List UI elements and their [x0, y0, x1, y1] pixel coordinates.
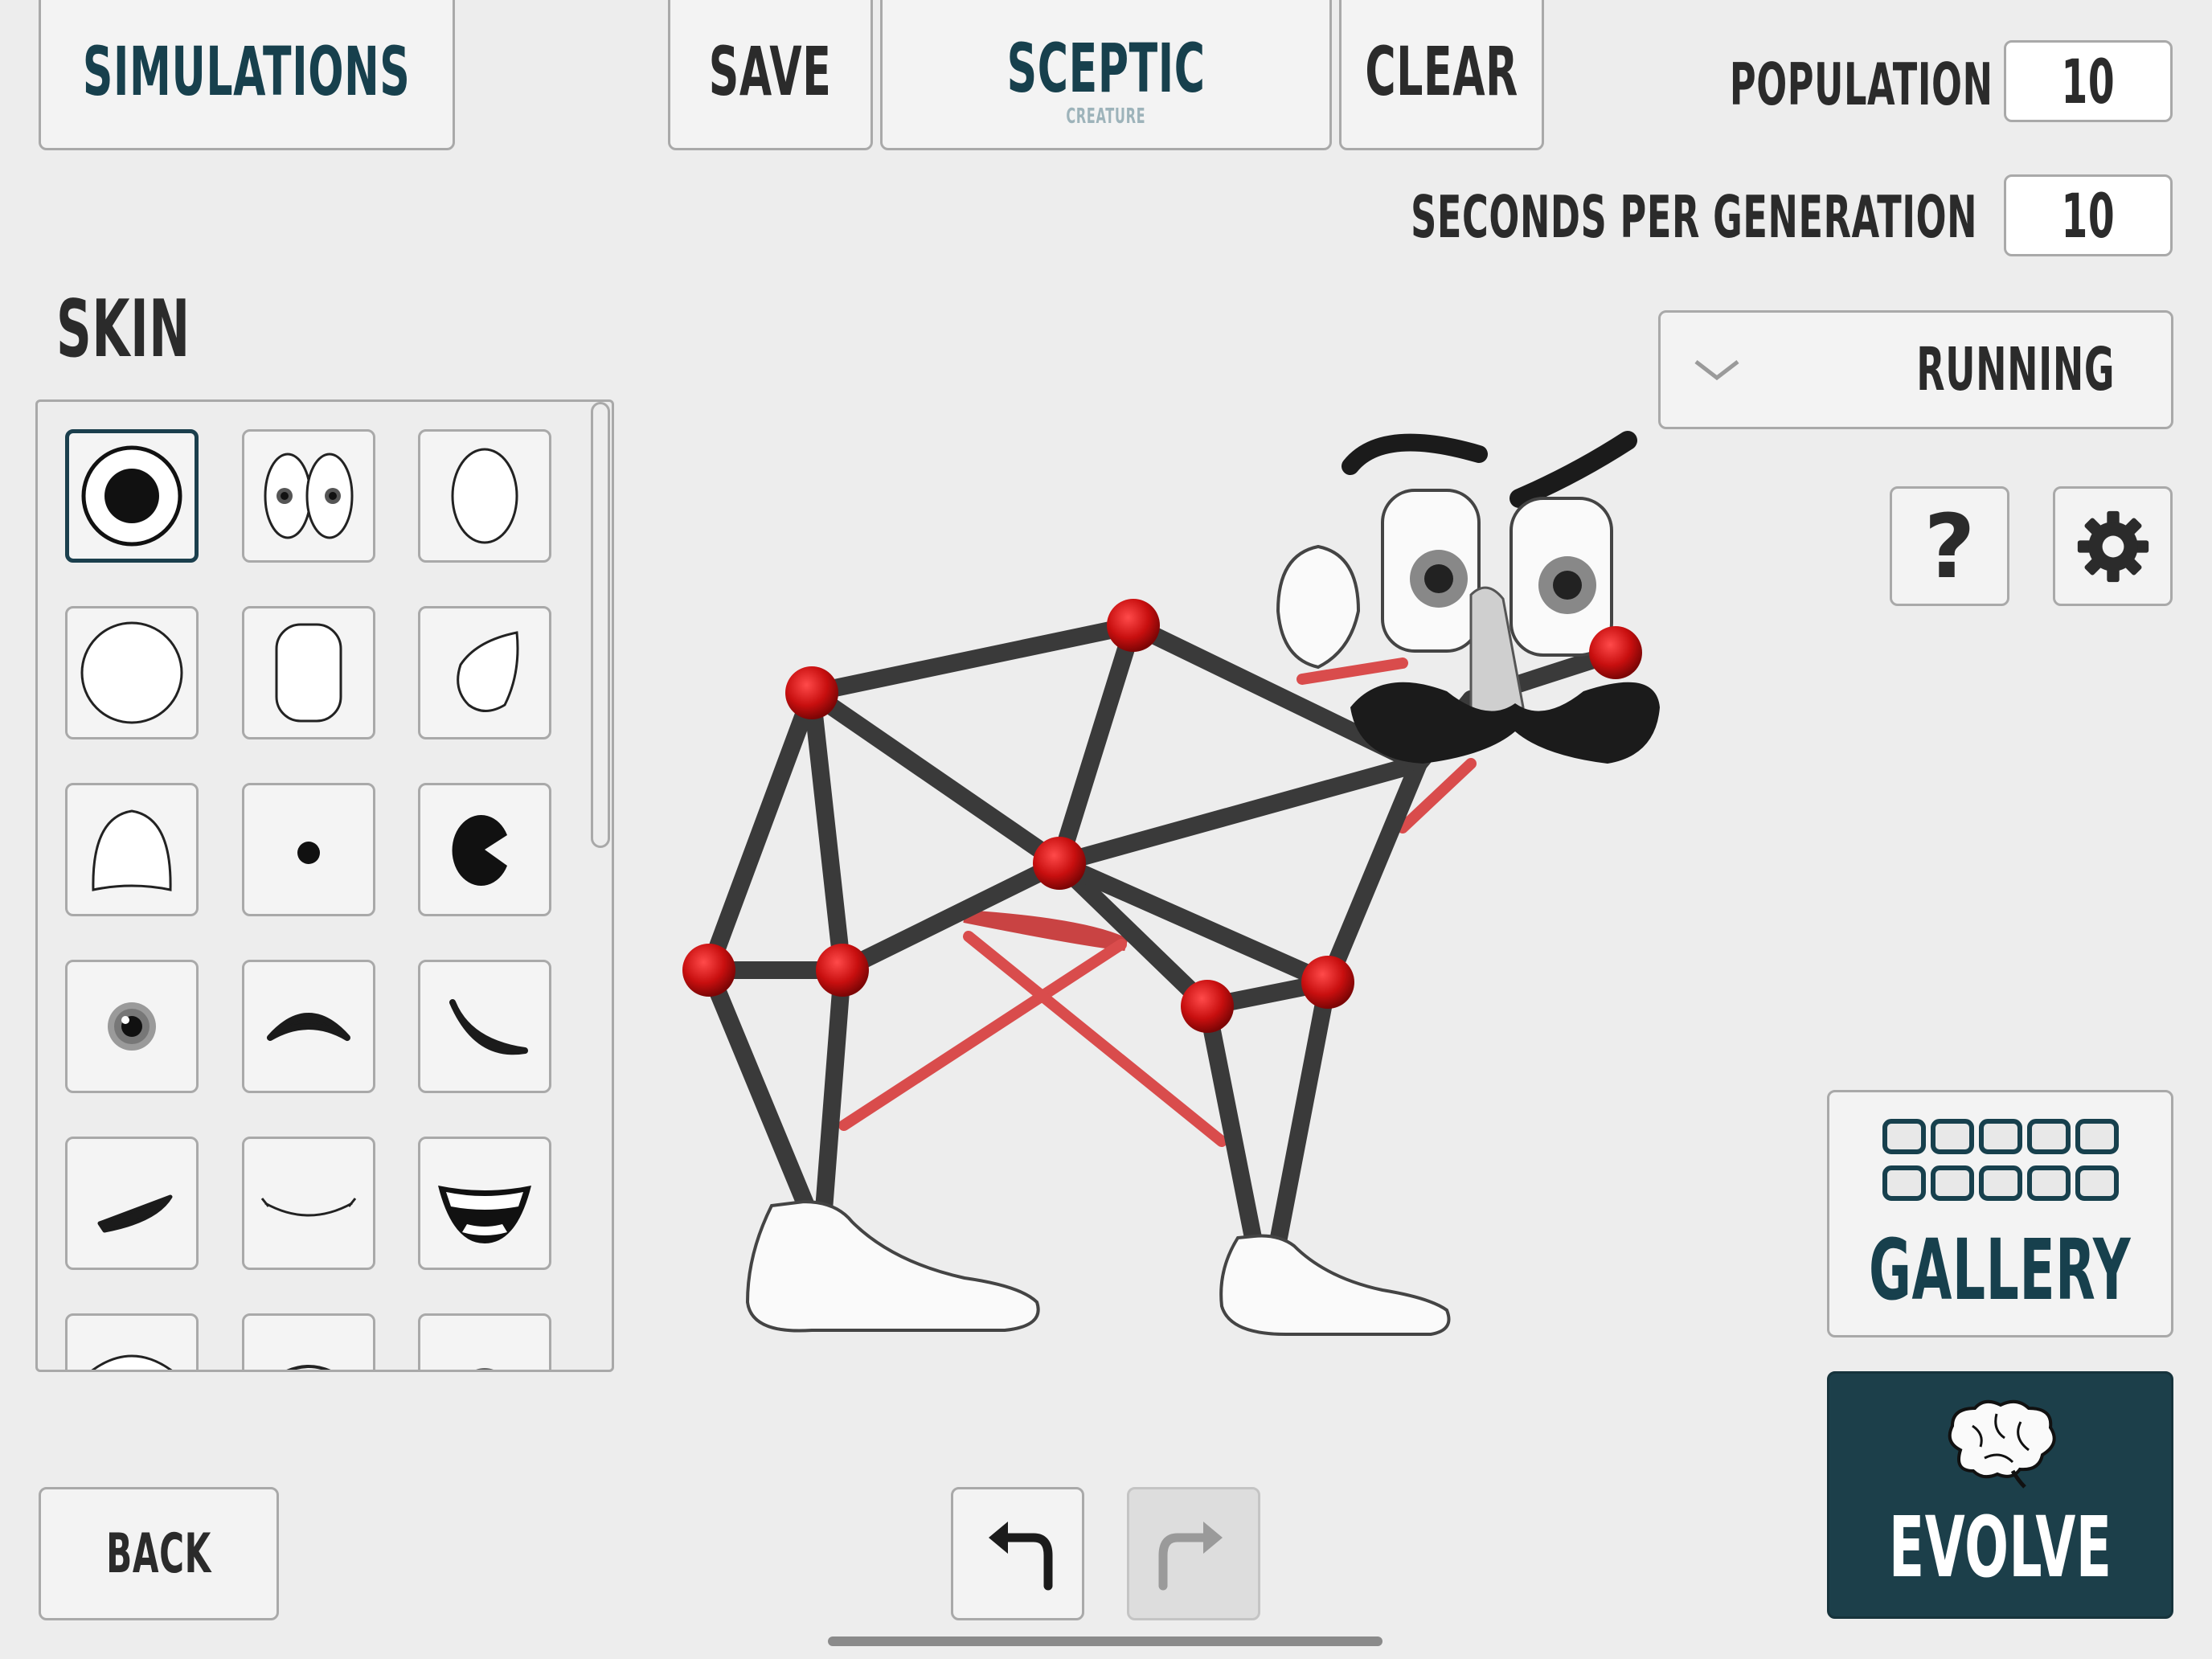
evolve-label: EVOLVE: [1888, 1498, 2112, 1596]
creature-canvas[interactable]: [659, 418, 1704, 1366]
home-indicator: [828, 1636, 1382, 1646]
creature-sublabel: CREATURE: [1066, 104, 1146, 129]
foot-left: [745, 1199, 1040, 1333]
undo-button[interactable]: [951, 1487, 1084, 1620]
clear-button[interactable]: CLEAR: [1339, 0, 1544, 150]
undo-icon: [989, 1522, 1053, 1591]
save-button[interactable]: SAVE: [668, 0, 873, 150]
gallery-label: GALLERY: [1869, 1221, 2132, 1319]
clear-label: CLEAR: [1365, 31, 1518, 111]
big-eye-icon: [81, 445, 182, 547]
skin-item-angled-eyebrow[interactable]: [418, 960, 551, 1093]
tilted-eye-icon: [457, 631, 519, 712]
seconds-value: 10: [2061, 179, 2116, 252]
seconds-per-generation-field[interactable]: 10: [2004, 174, 2173, 256]
skin-scrollbar[interactable]: [591, 402, 610, 848]
redo-icon: [1158, 1522, 1223, 1591]
skin-item-tilted-eye[interactable]: [418, 606, 551, 739]
rounded-rect-eye-icon: [275, 623, 342, 723]
chevron-down-icon: [1694, 360, 1739, 381]
gallery-button[interactable]: GALLERY: [1827, 1090, 2173, 1337]
population-field[interactable]: 10: [2004, 40, 2173, 122]
skin-item-flat-brow[interactable]: [65, 1137, 199, 1270]
skin-item-teeth-mouth[interactable]: [65, 1313, 199, 1370]
angled-eyebrow-icon: [449, 999, 528, 1055]
pacman-pupil-icon: [452, 815, 507, 886]
cartoon-eyes-icon: [264, 453, 354, 539]
brain-icon: [1948, 1399, 2056, 1489]
skin-item-pacman-pupil[interactable]: [418, 783, 551, 916]
creature-name: SCEPTIC: [1006, 28, 1206, 108]
round-eye-icon: [80, 621, 183, 724]
creature-name-button[interactable]: SCEPTIC CREATURE: [880, 0, 1332, 150]
oval-eye-icon: [451, 448, 518, 544]
simulations-button[interactable]: SIMULATIONS: [39, 0, 455, 150]
grin-mouth-icon: [438, 1186, 531, 1243]
redo-button[interactable]: [1127, 1487, 1260, 1620]
gallery-grid-icon: [1882, 1119, 2119, 1201]
back-button[interactable]: BACK: [39, 1487, 279, 1620]
skin-item-oval-eye[interactable]: [418, 429, 551, 563]
skin-item-dot-pupil[interactable]: [242, 783, 375, 916]
help-label: ?: [1923, 494, 1976, 598]
skin-item-lips[interactable]: [418, 1313, 551, 1370]
skin-item-half-eye[interactable]: [65, 783, 199, 916]
eyebrow-icon: [267, 1013, 350, 1041]
skin-item-round-eye[interactable]: [65, 606, 199, 739]
save-label: SAVE: [709, 31, 832, 111]
population-label: POPULATION: [1730, 51, 1993, 118]
closed-mouth-icon: [286, 1365, 331, 1370]
teeth-mouth-icon: [91, 1354, 173, 1370]
task-selected-label: RUNNING: [1916, 335, 2115, 404]
seconds-per-generation-label: SECONDS PER GENERATION: [1410, 183, 1977, 251]
flat-brow-icon: [97, 1194, 173, 1233]
foot-right: [1219, 1234, 1451, 1336]
realistic-iris-icon: [108, 1002, 156, 1051]
evolve-button[interactable]: EVOLVE: [1827, 1371, 2173, 1619]
lips-icon: [476, 1368, 494, 1370]
skin-panel[interactable]: [35, 399, 614, 1372]
dot-pupil-icon: [297, 842, 320, 864]
simulations-label: SIMULATIONS: [83, 31, 411, 111]
skin-item-big-eye[interactable]: [65, 429, 199, 563]
help-button[interactable]: ?: [1890, 486, 2009, 606]
skin-item-closed-mouth[interactable]: [242, 1313, 375, 1370]
back-label: BACK: [106, 1522, 211, 1586]
skin-item-grin-mouth[interactable]: [418, 1137, 551, 1270]
skin-item-realistic-iris[interactable]: [65, 960, 199, 1093]
skin-heading: SKIN: [56, 284, 190, 375]
half-eye-icon: [92, 809, 172, 891]
settings-button[interactable]: [2053, 486, 2173, 606]
task-dropdown[interactable]: RUNNING: [1658, 310, 2173, 429]
smile-mouth-icon: [260, 1198, 357, 1217]
skin-item-eyebrow[interactable]: [242, 960, 375, 1093]
gear-icon: [2077, 510, 2149, 582]
skin-item-rounded-rect-eye[interactable]: [242, 606, 375, 739]
skin-item-cartoon-eyes[interactable]: [242, 429, 375, 563]
skin-item-smile-mouth[interactable]: [242, 1137, 375, 1270]
population-value: 10: [2061, 45, 2116, 117]
